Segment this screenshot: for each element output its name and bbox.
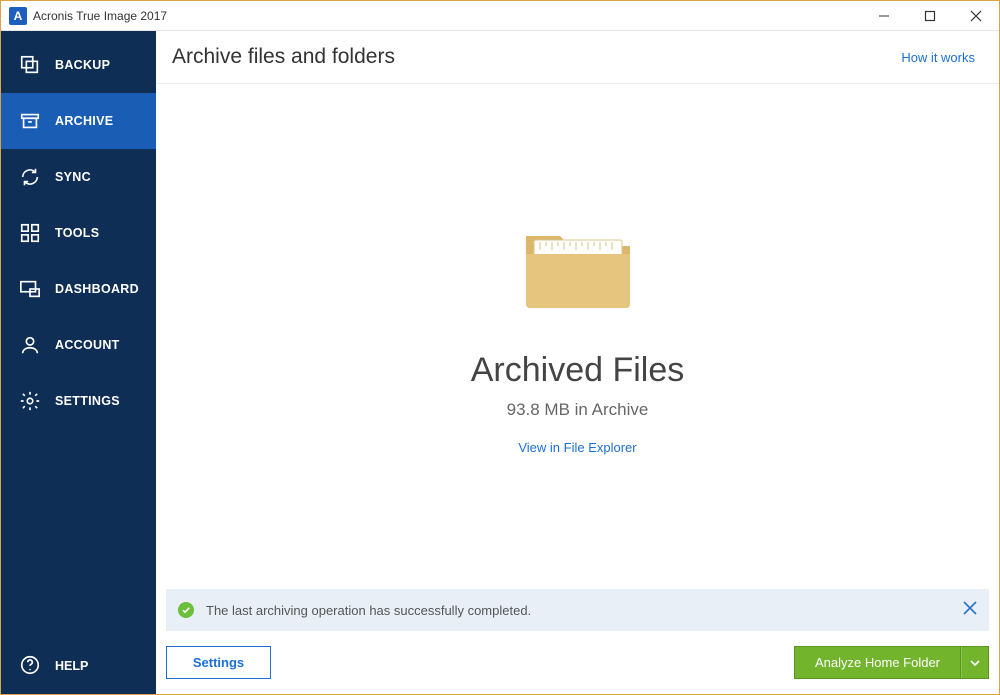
archived-files-title: Archived Files [471, 351, 685, 390]
window-title: Acronis True Image 2017 [33, 9, 167, 23]
sidebar: BACKUP ARCHIVE SYNC [1, 31, 156, 694]
sync-icon [19, 166, 41, 188]
close-icon [970, 10, 982, 22]
status-close-button[interactable] [963, 601, 977, 620]
archive-icon [19, 110, 41, 132]
success-icon [178, 602, 194, 618]
sidebar-item-dashboard[interactable]: DASHBOARD [1, 261, 156, 317]
sidebar-item-help[interactable]: HELP [1, 638, 156, 694]
folder-icon [518, 218, 638, 313]
archive-size-label: 93.8 MB in Archive [507, 400, 649, 420]
settings-icon [19, 390, 41, 412]
help-icon [19, 654, 41, 679]
status-message: The last archiving operation has success… [206, 603, 951, 618]
sidebar-item-account[interactable]: ACCOUNT [1, 317, 156, 373]
analyze-button-group: Analyze Home Folder [794, 646, 989, 679]
sidebar-item-tools[interactable]: TOOLS [1, 205, 156, 261]
bottom-bar: Settings Analyze Home Folder [156, 631, 999, 694]
sidebar-item-settings[interactable]: SETTINGS [1, 373, 156, 429]
minimize-button[interactable] [861, 1, 907, 31]
analyze-dropdown-button[interactable] [961, 646, 989, 679]
maximize-icon [924, 10, 936, 22]
sidebar-item-label: DASHBOARD [55, 282, 139, 296]
sidebar-item-label: SETTINGS [55, 394, 120, 408]
content-area: Archived Files 93.8 MB in Archive View i… [156, 84, 999, 589]
sidebar-item-label: BACKUP [55, 58, 110, 72]
app-icon: A [9, 7, 27, 25]
sidebar-item-sync[interactable]: SYNC [1, 149, 156, 205]
sidebar-item-archive[interactable]: ARCHIVE [1, 93, 156, 149]
analyze-home-folder-button[interactable]: Analyze Home Folder [794, 646, 961, 679]
sidebar-item-label: ARCHIVE [55, 114, 113, 128]
backup-icon [19, 54, 41, 76]
maximize-button[interactable] [907, 1, 953, 31]
account-icon [19, 334, 41, 356]
sidebar-item-label: HELP [55, 659, 88, 673]
minimize-icon [878, 10, 890, 22]
status-strip: The last archiving operation has success… [166, 589, 989, 631]
page-header: Archive files and folders How it works [156, 31, 999, 84]
main-area: Archive files and folders How it works [156, 31, 999, 694]
sidebar-item-backup[interactable]: BACKUP [1, 37, 156, 93]
how-it-works-link[interactable]: How it works [901, 50, 975, 65]
page-title: Archive files and folders [172, 45, 395, 69]
close-button[interactable] [953, 1, 999, 31]
title-bar: A Acronis True Image 2017 [1, 1, 999, 31]
sidebar-item-label: TOOLS [55, 226, 99, 240]
chevron-down-icon [970, 658, 980, 668]
sidebar-item-label: SYNC [55, 170, 91, 184]
dashboard-icon [19, 278, 41, 300]
tools-icon [19, 222, 41, 244]
settings-button[interactable]: Settings [166, 646, 271, 679]
sidebar-item-label: ACCOUNT [55, 338, 120, 352]
view-in-explorer-link[interactable]: View in File Explorer [518, 440, 636, 455]
app-window: A Acronis True Image 2017 BACKUP [0, 0, 1000, 695]
